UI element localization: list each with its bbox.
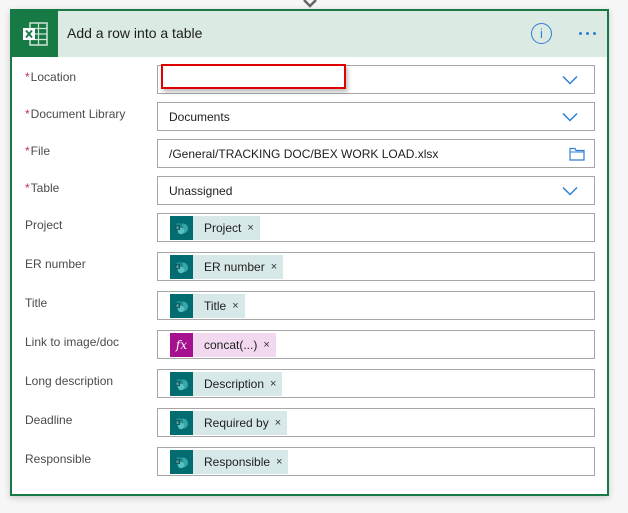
- field-row-title: Title s Title ×: [12, 291, 607, 321]
- field-row-location: *Location: [12, 64, 607, 95]
- field-row-table: *Table Unassigned: [12, 176, 607, 206]
- field-label-text: Project: [25, 218, 63, 232]
- token-label: Required by: [204, 416, 269, 430]
- field-row-deadline: Deadline s Required by ×: [12, 408, 607, 438]
- field-label: Responsible: [25, 452, 91, 466]
- field-label: Project: [25, 218, 62, 232]
- card-title: Add a row into a table: [67, 25, 203, 41]
- field-label: *File: [25, 144, 50, 158]
- long-description-input[interactable]: s Description ×: [157, 369, 595, 398]
- location-dropdown[interactable]: [157, 64, 595, 94]
- field-label-text: Long description: [25, 374, 114, 388]
- token-label: Description: [204, 377, 265, 391]
- field-label: Title: [25, 296, 47, 310]
- field-label-text: Document Library: [30, 107, 126, 121]
- field-value: Documents: [169, 110, 230, 124]
- sharepoint-icon: s: [170, 216, 193, 240]
- more-options-icon[interactable]: [573, 23, 601, 43]
- action-card: Add a row into a table i *Location *Docu…: [10, 9, 609, 496]
- table-dropdown[interactable]: Unassigned: [157, 176, 595, 205]
- field-row-project: Project s Project ×: [12, 213, 607, 243]
- field-row-link-to-image-doc: Link to image/doc fx concat(...) ×: [12, 330, 607, 360]
- remove-token-icon[interactable]: ×: [275, 417, 287, 429]
- field-label-text: Location: [30, 70, 77, 84]
- file-file-input[interactable]: /General/TRACKING DOC/BEX WORK LOAD.xlsx: [157, 139, 595, 168]
- dynamic-content-token[interactable]: fx concat(...) ×: [170, 333, 276, 357]
- field-label-text: Link to image/doc: [25, 335, 120, 349]
- field-row-er-number: ER number s ER number ×: [12, 252, 607, 282]
- dynamic-content-token[interactable]: s Title ×: [170, 294, 245, 318]
- title-input[interactable]: s Title ×: [157, 291, 595, 320]
- remove-token-icon[interactable]: ×: [232, 300, 244, 312]
- chevron-down-icon[interactable]: [562, 75, 578, 85]
- field-row-file: *File /General/TRACKING DOC/BEX WORK LOA…: [12, 139, 607, 169]
- token-label: Project: [204, 221, 242, 235]
- token-label: concat(...): [204, 338, 258, 352]
- field-label: Link to image/doc: [25, 335, 119, 349]
- remove-token-icon[interactable]: ×: [270, 378, 282, 390]
- token-label: Title: [204, 299, 227, 313]
- field-value: /General/TRACKING DOC/BEX WORK LOAD.xlsx: [169, 147, 439, 161]
- field-label: *Location: [25, 70, 76, 84]
- sharepoint-icon: s: [170, 255, 193, 279]
- info-glyph: i: [540, 26, 543, 41]
- dynamic-content-token[interactable]: s Project ×: [170, 216, 260, 240]
- field-label-text: Table: [30, 181, 60, 195]
- dynamic-content-token[interactable]: s ER number ×: [170, 255, 284, 279]
- field-value: Unassigned: [169, 184, 233, 198]
- card-header[interactable]: Add a row into a table i: [12, 11, 607, 57]
- field-label-text: Title: [25, 296, 48, 310]
- dynamic-content-token[interactable]: s Description ×: [170, 372, 283, 396]
- field-label-text: File: [30, 144, 51, 158]
- required-marker: *: [25, 107, 30, 121]
- remove-token-icon[interactable]: ×: [263, 339, 275, 351]
- chevron-down-icon[interactable]: [562, 186, 578, 196]
- highlight-annotation: [161, 64, 346, 89]
- remove-token-icon[interactable]: ×: [276, 456, 288, 468]
- connector-arrow-icon: [303, 0, 317, 8]
- project-input[interactable]: s Project ×: [157, 213, 595, 242]
- field-label: Deadline: [25, 413, 72, 427]
- er-number-input[interactable]: s ER number ×: [157, 252, 595, 281]
- link-to-image-doc-input[interactable]: fx concat(...) ×: [157, 330, 595, 359]
- token-label: Responsible: [204, 455, 271, 469]
- field-row-document-library: *Document Library Documents: [12, 102, 607, 132]
- responsible-input[interactable]: s Responsible ×: [157, 447, 595, 476]
- required-marker: *: [25, 181, 30, 195]
- excel-icon: [12, 11, 58, 57]
- remove-token-icon[interactable]: ×: [247, 222, 259, 234]
- sharepoint-icon: s: [170, 372, 193, 396]
- field-label-text: Deadline: [25, 413, 73, 427]
- field-label: Long description: [25, 374, 113, 388]
- field-label: ER number: [25, 257, 86, 271]
- chevron-down-icon[interactable]: [562, 112, 578, 122]
- remove-token-icon[interactable]: ×: [271, 261, 283, 273]
- required-marker: *: [25, 70, 30, 84]
- field-label: *Document Library: [25, 107, 125, 121]
- token-label: ER number: [204, 260, 265, 274]
- info-icon[interactable]: i: [531, 23, 552, 44]
- field-row-long-description: Long description s Description ×: [12, 369, 607, 399]
- field-label-text: Responsible: [25, 452, 92, 466]
- sharepoint-icon: s: [170, 294, 193, 318]
- deadline-input[interactable]: s Required by ×: [157, 408, 595, 437]
- function-icon: fx: [170, 333, 193, 357]
- sharepoint-icon: s: [170, 450, 193, 474]
- required-marker: *: [25, 144, 30, 158]
- dynamic-content-token[interactable]: s Responsible ×: [170, 450, 289, 474]
- folder-icon[interactable]: [569, 147, 585, 161]
- field-row-responsible: Responsible s Responsible ×: [12, 447, 607, 477]
- sharepoint-icon: s: [170, 411, 193, 435]
- field-label: *Table: [25, 181, 59, 195]
- dynamic-content-token[interactable]: s Required by ×: [170, 411, 288, 435]
- field-label-text: ER number: [25, 257, 86, 271]
- document-library-dropdown[interactable]: Documents: [157, 102, 595, 131]
